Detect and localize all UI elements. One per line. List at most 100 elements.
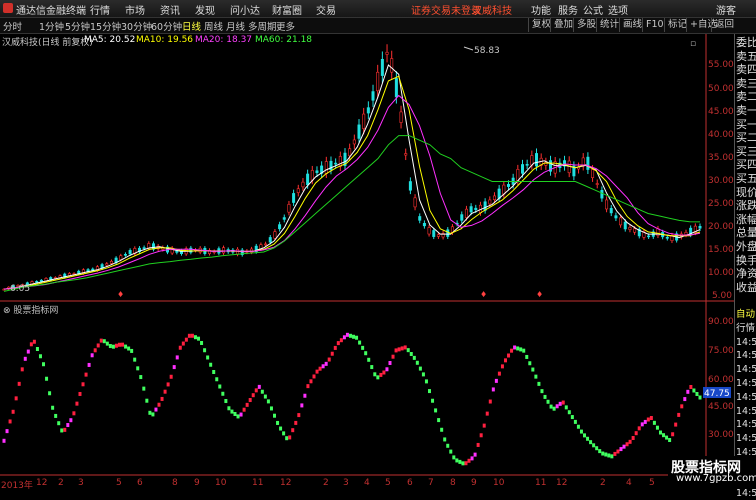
indicator-point [42,362,46,367]
indicator-point [336,341,340,346]
indicator-point [494,378,498,383]
indicator-point [294,420,298,425]
candlesticks [2,44,702,291]
indicator-point [583,433,587,438]
indicator-point [671,432,675,437]
indicator-point [233,411,237,416]
indicator-point [543,394,547,399]
indicator-point [412,355,416,360]
indicator-point [528,361,532,366]
indicator-point [434,408,438,413]
candle-body [306,173,310,186]
candle-body [273,231,277,239]
indicator-point [634,431,638,436]
guest-label[interactable]: 游客 [716,2,736,17]
menu-formula[interactable]: 公式 [583,2,603,17]
menu-wealth-circle[interactable]: 财富圈 [272,2,302,17]
candle-body [338,156,342,167]
indicator-point [385,367,389,372]
candle-body [399,111,403,123]
period-15min[interactable]: 15分钟 [90,19,121,33]
price-tick: 25.00 [708,199,734,209]
menu-trade[interactable]: 交易 [316,2,336,17]
candle-body [310,170,314,181]
indicator-point [160,396,164,401]
price-tick: 45.00 [708,107,734,117]
indicator-point [470,456,474,461]
indicator-point [2,438,6,443]
indicator-point [476,442,480,447]
side-panel-item: 换手 [736,253,756,267]
menu-news[interactable]: 资讯 [160,2,180,17]
period-60min[interactable]: 60分钟 [151,19,182,33]
indicator-point [48,391,52,396]
indicator-point [440,427,444,432]
indicator-point [148,410,152,415]
kline-chart[interactable]: 58.83 6.05 ♦ ♦ ♦ 47.75 ▫ [0,34,734,487]
side-panel-item: 14:50 [736,488,756,500]
candle-body [357,124,361,139]
price-tick: 5.00 [711,291,732,301]
indicator-point [315,369,319,374]
candle-body [268,237,272,243]
period-1min[interactable]: 1分钟 [39,19,64,33]
indicator-point [379,372,383,377]
indicator-point [312,374,316,379]
indicator-point [151,412,155,417]
period-monthly[interactable]: 月线 [226,19,245,33]
period-5min[interactable]: 5分钟 [65,19,90,33]
indicator-point [99,338,103,343]
trade-login-alert[interactable]: 证券交易未登录 [411,2,481,17]
indicator-point [564,405,568,410]
menu-discover[interactable]: 发现 [195,2,215,17]
period-toolbar: 分时 1分钟 5分钟 15分钟 30分钟 60分钟 日线 周线 月线 多周期 更… [0,18,756,34]
indicator-point [90,353,94,358]
candle-body [595,183,599,185]
candle-body [380,58,384,76]
period-timeshare[interactable]: 分时 [3,19,22,33]
indicator-point [169,374,173,379]
indicator-point [251,393,255,398]
indicator-point [482,423,486,428]
period-30min[interactable]: 30分钟 [121,19,152,33]
side-panel-item: 委比 [736,36,756,49]
ma20-line [3,94,701,290]
collapse-icon[interactable]: ▫ [690,39,696,49]
period-daily[interactable]: 日线 [182,19,201,33]
menu-wenxiaoda[interactable]: 问小达 [230,2,260,17]
indicator-point [124,344,128,349]
indicator-point [303,393,307,398]
tool-back[interactable]: 返回 [711,18,737,32]
indicator-point [117,342,121,347]
indicator-point [108,344,112,349]
indicator-current-value: 47.75 [704,389,730,399]
candle-body [222,247,226,254]
candle-body [119,255,123,260]
indicator-point [288,435,292,440]
indicator-toggle-icon[interactable]: ⊗ [3,306,13,316]
menu-quotes[interactable]: 行情 [90,2,110,17]
indicator-point [181,341,185,346]
menu-function[interactable]: 功能 [531,2,551,17]
period-more[interactable]: 更多 [276,19,295,33]
indicator-point [500,364,504,369]
period-multi[interactable]: 多周期 [248,19,277,33]
indicator-point [272,413,276,418]
indicator-point [601,451,605,456]
indicator-tick: 75.00 [708,346,734,356]
menu-service[interactable]: 服务 [558,2,578,17]
candle-body [128,250,132,255]
indicator-point [622,444,626,449]
indicator-point [178,345,182,350]
indicator-point [464,461,468,466]
tool-f10[interactable]: F10 [642,18,667,32]
indicator-point [516,346,520,351]
indicator-point [20,367,24,372]
indicator-point [358,340,362,345]
indicator-point [327,357,331,362]
candle-body [315,170,319,173]
indicator-point [607,453,611,458]
menu-options[interactable]: 选项 [608,2,628,17]
period-weekly[interactable]: 周线 [204,19,223,33]
menu-market[interactable]: 市场 [125,2,145,17]
